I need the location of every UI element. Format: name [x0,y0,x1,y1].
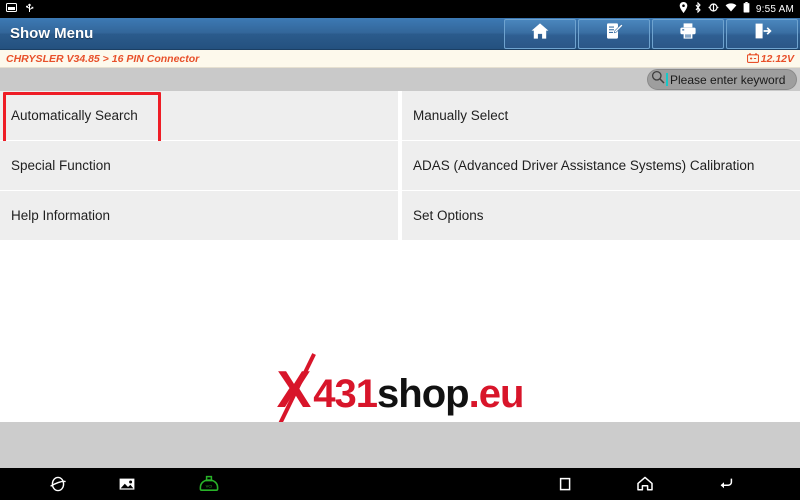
battery-icon [743,0,750,18]
svg-text:VCI: VCI [206,483,213,488]
watermark-tld: .eu [468,372,525,416]
usb-icon [24,0,35,18]
menu-item-automatically-search[interactable]: Automatically Search [0,91,398,144]
menu-item-adas-calibration[interactable]: ADAS (Advanced Driver Assistance Systems… [402,141,800,191]
breadcrumb-bar: CHRYSLER V34.85 > 16 PIN Connector 12.12… [0,50,800,68]
tablet-screen: 9:55 AM Show Menu CHRYSLER V34.85 > 16 P… [0,0,800,500]
search-bar-row: Please enter keyword [0,68,800,91]
menu-item-label: Automatically Search [11,108,138,123]
bottom-grey-band [0,422,800,468]
menu-item-special-function[interactable]: Special Function [0,141,398,191]
notes-button[interactable] [578,18,650,49]
watermark: X 431 shop .eu [0,353,800,425]
watermark-logo: X 431 shop .eu [276,353,525,425]
status-bar-right-icons: 9:55 AM [679,0,794,18]
android-status-bar: 9:55 AM [0,0,800,18]
status-bar-left-icons [6,0,35,18]
bluetooth-icon [694,0,702,18]
menu-item-label: Help Information [11,208,111,223]
gallery-icon[interactable] [115,472,139,496]
search-icon [651,70,665,89]
exit-button[interactable] [726,18,798,49]
menu-item-label: Set Options [413,208,484,223]
screenshot-icon [6,0,17,18]
menu-item-label: ADAS (Advanced Driver Assistance Systems… [413,158,755,173]
home-icon[interactable] [633,472,657,496]
search-input[interactable]: Please enter keyword [647,69,797,90]
text-caret [666,73,668,86]
home-button[interactable] [504,18,576,49]
edit-note-icon [604,21,624,46]
toolbar-buttons [502,18,800,49]
voltage-indicator: 12.12V [746,50,800,68]
voltage-value: 12.12V [760,52,794,65]
status-bar-clock: 9:55 AM [755,3,794,15]
home-icon [530,21,550,46]
watermark-number: 431 [313,372,378,416]
recents-icon[interactable] [553,472,577,496]
menu-item-label: Special Function [11,158,111,173]
menu-item-label: Manually Select [413,108,509,123]
watermark-shop: shop [377,372,470,416]
browser-icon[interactable] [46,472,70,496]
menu-grid: Automatically Search Special Function He… [0,91,800,243]
menu-left-column: Automatically Search Special Function He… [0,91,398,243]
menu-right-column: Manually Select ADAS (Advanced Driver As… [402,91,800,243]
print-button[interactable] [652,18,724,49]
menu-item-manually-select[interactable]: Manually Select [402,91,800,141]
page-title: Show Menu [10,25,94,42]
watermark-x: X [276,361,312,419]
menu-item-help-information[interactable]: Help Information [0,191,398,241]
android-nav-bar: VCI [0,468,800,500]
car-battery-icon [746,50,759,68]
wifi-icon [725,0,737,18]
breadcrumb: CHRYSLER V34.85 > 16 PIN Connector [6,52,200,65]
exit-icon [752,21,772,46]
menu-item-set-options[interactable]: Set Options [402,191,800,241]
location-icon [679,0,688,18]
search-placeholder: Please enter keyword [670,72,786,87]
app-title-bar: Show Menu [0,18,800,50]
back-icon[interactable] [714,472,738,496]
printer-icon [678,21,698,46]
sync-icon [708,0,719,18]
obd-connector-icon[interactable]: VCI [197,472,221,496]
